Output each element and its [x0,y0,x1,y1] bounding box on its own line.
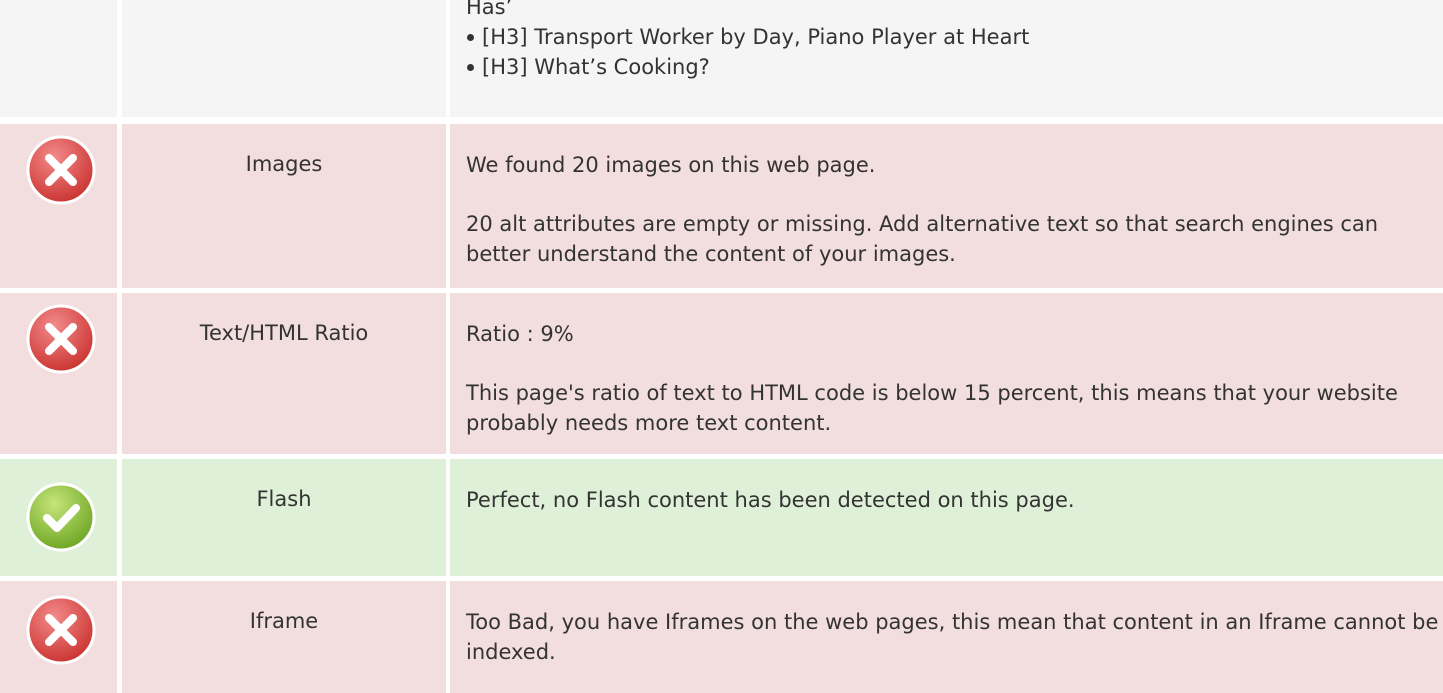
check-detail-cell: We found 20 images on this web page. 20 … [450,124,1443,288]
check-detail-cell: Perfect, no Flash content has been detec… [450,459,1443,576]
check-detail-line: Too Bad, you have Iframes on the web pag… [466,610,1439,664]
check-label: Images [245,152,323,176]
check-label: Flash [256,487,312,511]
error-x-icon [26,304,96,374]
check-label-cell: Images [122,124,446,288]
check-row-iframe: Iframe Too Bad, you have Iframes on the … [0,581,1443,693]
status-icon-cell [0,293,117,454]
check-detail-line: Perfect, no Flash content has been detec… [466,488,1075,512]
headings-icon-cell [0,0,117,117]
heading-list-item: [H3] Transport Worker by Day, Piano Play… [466,22,1443,52]
check-row-flash: Flash Perfect, no Flash content has been… [0,459,1443,576]
seo-report-table: Has’ [H3] Transport Worker by Day, Piano… [0,0,1443,693]
check-detail-line: Ratio : 9% [466,322,574,346]
check-label-cell: Text/HTML Ratio [122,293,446,454]
check-detail-cell: Ratio : 9% This page's ratio of text to … [450,293,1443,454]
error-x-icon [26,135,96,205]
check-label-cell: Flash [122,459,446,576]
headings-row: Has’ [H3] Transport Worker by Day, Piano… [0,0,1443,117]
check-detail-cell: Too Bad, you have Iframes on the web pag… [450,581,1443,693]
status-icon-cell [0,581,117,693]
status-icon-cell [0,459,117,576]
check-detail-line: We found 20 images on this web page. [466,153,876,177]
error-x-icon [26,595,96,665]
check-row-images: Images We found 20 images on this web pa… [0,124,1443,288]
check-label: Iframe [249,609,319,633]
check-label-cell: Iframe [122,581,446,693]
checkmark-icon [26,482,96,552]
heading-list-item: [H3] What’s Cooking? [466,52,1443,82]
check-label: Text/HTML Ratio [199,321,369,345]
check-row-text-html-ratio: Text/HTML Ratio Ratio : 9% This page's r… [0,293,1443,454]
check-detail-line: This page's ratio of text to HTML code i… [466,381,1398,435]
headings-list-cell: Has’ [H3] Transport Worker by Day, Piano… [450,0,1443,117]
heading-fragment: Has’ [466,0,513,19]
heading-list: [H3] Transport Worker by Day, Piano Play… [466,22,1443,82]
headings-label-cell [122,0,446,117]
check-detail-line: 20 alt attributes are empty or missing. … [466,212,1379,266]
status-icon-cell [0,124,117,288]
